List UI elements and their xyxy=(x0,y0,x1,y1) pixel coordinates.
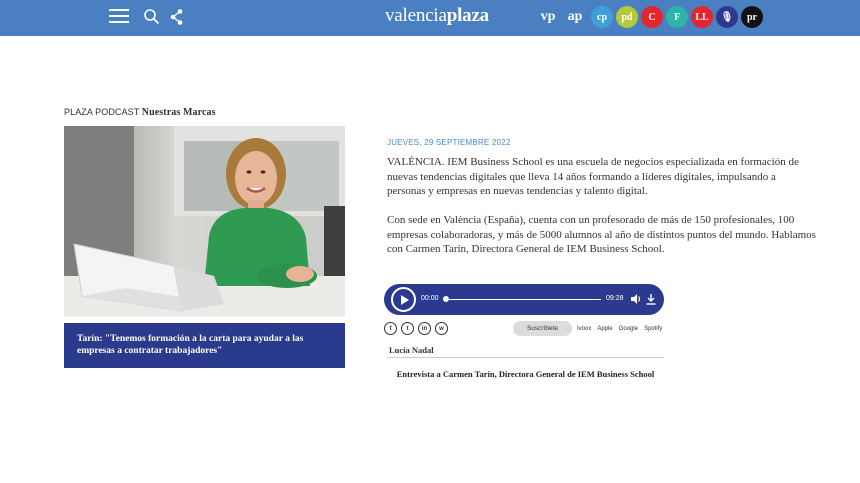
progress-knob[interactable] xyxy=(443,296,449,302)
platform-google-link[interactable]: Google xyxy=(619,326,638,332)
c-brand[interactable]: C xyxy=(641,6,663,28)
share-buttons: f t in w xyxy=(384,322,452,335)
whatsapp-icon[interactable]: w xyxy=(435,322,448,335)
duration: 09:28 xyxy=(606,295,624,302)
pd-brand[interactable]: pd xyxy=(616,6,638,28)
vp-brand[interactable]: vp xyxy=(537,6,559,28)
platform-spotify-link[interactable]: Spotify xyxy=(644,326,662,332)
hamburger-icon[interactable] xyxy=(109,7,129,25)
section-label-text: PLAZA PODCAST xyxy=(64,107,140,117)
current-time: 00:00 xyxy=(421,295,439,302)
platform-ivoox-link[interactable]: Ivoox xyxy=(577,326,591,332)
volume-icon[interactable] xyxy=(630,293,642,305)
download-icon[interactable] xyxy=(645,293,657,305)
progress-track[interactable] xyxy=(445,298,601,300)
divider xyxy=(387,357,664,358)
mic-brand[interactable]: 🎙 xyxy=(716,6,738,28)
platform-apple-link[interactable]: Apple xyxy=(597,326,612,332)
featured-caption[interactable]: Tarín: "Tenemos formación a la carta par… xyxy=(64,323,345,368)
featured-caption-text: Tarín: "Tenemos formación a la carta par… xyxy=(77,334,304,356)
play-icon[interactable] xyxy=(391,287,416,312)
article-paragraph-1: VALÈNCIA. IEM Business School es una esc… xyxy=(387,156,799,198)
subscribe-button[interactable]: Suscríbete xyxy=(513,321,572,336)
logo-bold-text: plaza xyxy=(446,5,489,26)
pr-brand[interactable]: pr xyxy=(741,6,763,28)
f-brand[interactable]: F xyxy=(666,6,688,28)
article-date: JUEVES, 29 SEPTIEMBRE 2022 xyxy=(387,138,511,147)
audio-player: 00:00 09:28 xyxy=(384,284,664,315)
brand-links: vp ap cp pd C F LL 🎙 pr xyxy=(537,5,766,29)
section-brand-text[interactable]: Nuestras Marcas xyxy=(142,107,216,118)
episode-author: Lucía Nadal xyxy=(389,345,434,355)
section-label: PLAZA PODCAST Nuestras Marcas xyxy=(64,107,216,118)
search-icon[interactable] xyxy=(143,8,161,26)
article-paragraph-2: Con sede en València (España), cuenta co… xyxy=(387,214,816,256)
podcast-platforms: Ivoox Apple Google Spotify xyxy=(577,326,668,332)
featured-photo[interactable] xyxy=(64,126,345,317)
share-icon[interactable] xyxy=(168,8,186,26)
ll-brand[interactable]: LL xyxy=(691,6,713,28)
facebook-icon[interactable]: f xyxy=(384,322,397,335)
linkedin-icon[interactable]: in xyxy=(418,322,431,335)
top-navigation-bar: valenciaplaza vp ap cp pd C F LL 🎙 pr xyxy=(0,0,860,36)
ap-brand[interactable]: ap xyxy=(564,6,586,28)
episode-title: Entrevista a Carmen Tarín, Directora Gen… xyxy=(396,369,655,379)
logo-light-text: valencia xyxy=(385,5,447,26)
site-logo[interactable]: valenciaplaza xyxy=(385,5,489,27)
cp-brand[interactable]: cp xyxy=(591,6,613,28)
twitter-icon[interactable]: t xyxy=(401,322,414,335)
